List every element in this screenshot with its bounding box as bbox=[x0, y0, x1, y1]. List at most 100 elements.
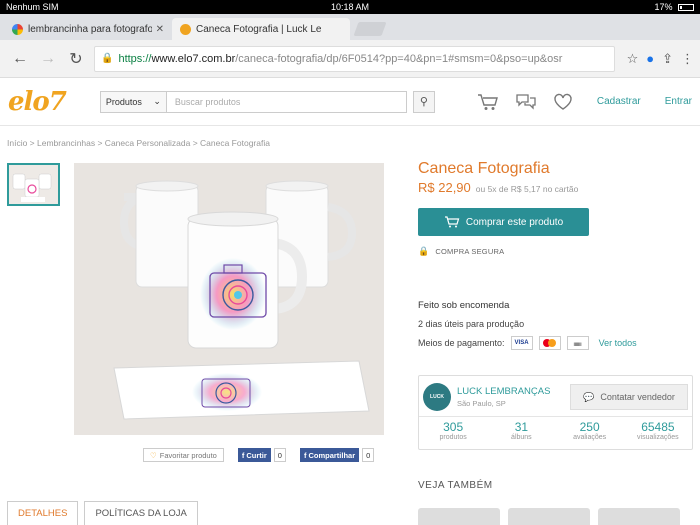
search-input[interactable]: Buscar produtos bbox=[165, 90, 407, 113]
payment-label: Meios de pagamento: bbox=[418, 338, 505, 348]
elo7-favicon-icon bbox=[180, 23, 191, 35]
see-all-payments-link[interactable]: Ver todos bbox=[599, 338, 637, 348]
header-icons bbox=[477, 93, 573, 111]
installments-text: ou 5x de R$ 5,17 no cartão bbox=[475, 184, 579, 194]
search-icon: ⚲ bbox=[419, 96, 428, 108]
browser-tab-google[interactable]: lembrancinha para fotografo ✕ bbox=[4, 18, 172, 40]
stat-label: produtos bbox=[439, 434, 467, 441]
share-label: Compartilhar bbox=[308, 450, 356, 460]
seller-logo[interactable]: LUCK bbox=[423, 383, 451, 411]
image-actions: ♡ Favoritar produto f Curtir 0 f Compart… bbox=[143, 448, 375, 462]
facebook-icon: f bbox=[241, 450, 245, 460]
back-arrow-icon[interactable]: ← bbox=[6, 45, 34, 73]
product-page-tabs: DETALHES POLÍTICAS DA LOJA bbox=[7, 501, 198, 525]
like-count: 0 bbox=[273, 448, 286, 462]
forward-arrow-icon[interactable]: → bbox=[34, 45, 62, 73]
messages-icon[interactable] bbox=[515, 93, 537, 111]
signup-link[interactable]: Cadastrar bbox=[597, 96, 641, 107]
stat-value: 31 bbox=[514, 420, 529, 434]
reload-icon[interactable]: ↻ bbox=[62, 45, 90, 73]
lock-icon: 🔒 bbox=[418, 246, 430, 256]
url-path: /caneca-fotografia/dp/6F0514?pp=40&pn=1#… bbox=[235, 52, 563, 65]
related-product-thumbnail[interactable] bbox=[508, 508, 590, 525]
url-host: www.elo7.com.br bbox=[151, 52, 236, 65]
seller-location: São Paulo, SP bbox=[457, 399, 506, 408]
url-bar[interactable]: 🔒 https://www.elo7.com.br/caneca-fotogra… bbox=[94, 45, 615, 72]
browser-tab-product[interactable]: Caneca Fotografia | Luck Le bbox=[172, 18, 350, 40]
share-count: 0 bbox=[362, 448, 375, 462]
chevron-down-icon: ⌄ bbox=[153, 96, 161, 106]
buy-button[interactable]: Comprar este produto bbox=[418, 208, 589, 236]
seller-card: LUCK LUCK LEMBRANÇAS São Paulo, SP 💬 Con… bbox=[418, 375, 693, 450]
stat-reviews[interactable]: 250 avaliações bbox=[556, 417, 624, 449]
product-info: Caneca Fotografia R$ 22,90 ou 5x de R$ 5… bbox=[418, 160, 693, 450]
lock-icon: 🔒 bbox=[101, 53, 114, 64]
tab-title: lembrancinha para fotografo bbox=[28, 23, 152, 35]
favorite-label: Favoritar produto bbox=[159, 450, 217, 460]
product-thumbnail[interactable] bbox=[7, 163, 60, 206]
browser-toolbar: ← → ↻ 🔒 https://www.elo7.com.br/caneca-f… bbox=[0, 40, 700, 78]
battery-indicator: 17% bbox=[654, 2, 694, 12]
toolbar-icons: ☆ ● ⇪ ⋮ bbox=[619, 51, 694, 67]
share-icon[interactable]: ⇪ bbox=[662, 51, 673, 67]
product-title: Caneca Fotografia bbox=[418, 160, 550, 177]
boleto-icon: ||||||| bbox=[566, 336, 589, 350]
like-label: Curtir bbox=[246, 450, 267, 460]
cart-icon[interactable] bbox=[477, 93, 499, 111]
secure-label: COMPRA SEGURA bbox=[435, 247, 505, 256]
seller-identity: LUCK LEMBRANÇAS São Paulo, SP bbox=[457, 386, 550, 408]
product-image[interactable] bbox=[74, 163, 384, 435]
login-link[interactable]: Entrar bbox=[665, 96, 692, 107]
search-category-label: Produtos bbox=[105, 96, 142, 107]
menu-dots-icon[interactable]: ⋮ bbox=[681, 51, 694, 67]
related-products bbox=[418, 508, 680, 525]
related-product-thumbnail[interactable] bbox=[598, 508, 680, 525]
facebook-like-button[interactable]: f Curtir bbox=[237, 448, 271, 462]
stat-albums[interactable]: 31 álbuns bbox=[487, 417, 555, 449]
favorite-button[interactable]: ♡ Favoritar produto bbox=[143, 448, 224, 462]
heart-icon: ♡ bbox=[150, 450, 157, 460]
visa-icon: VISA bbox=[510, 336, 533, 350]
stat-views: 65485 visualizações bbox=[624, 417, 692, 449]
mastercard-icon bbox=[538, 336, 561, 350]
facebook-share-button[interactable]: f Compartilhar bbox=[299, 448, 360, 462]
breadcrumb[interactable]: Início > Lembrancinhas > Caneca Personal… bbox=[0, 126, 700, 160]
google-icon bbox=[12, 23, 23, 35]
stat-label: visualizações bbox=[637, 434, 679, 441]
site-header: elo7 Produtos ⌄ Buscar produtos ⚲ Cadast… bbox=[0, 78, 700, 126]
browser-tab-strip: lembrancinha para fotografo ✕ Caneca Fot… bbox=[0, 14, 700, 40]
contact-label: Contatar vendedor bbox=[600, 392, 675, 402]
battery-percent: 17% bbox=[654, 2, 673, 12]
carrier-label: Nenhum SIM bbox=[6, 2, 59, 12]
contact-seller-button[interactable]: 💬 Contatar vendedor bbox=[570, 384, 688, 410]
payment-methods: Meios de pagamento: VISA ||||||| Ver tod… bbox=[418, 336, 693, 350]
product-main: ♡ Favoritar produto f Curtir 0 f Compart… bbox=[0, 160, 700, 495]
stat-products[interactable]: 305 produtos bbox=[419, 417, 487, 449]
product-price: R$ 22,90 bbox=[418, 180, 471, 195]
facebook-share-group: f Compartilhar 0 bbox=[299, 448, 375, 462]
related-product-thumbnail[interactable] bbox=[418, 508, 500, 525]
made-to-order: Feito sob encomenda bbox=[418, 300, 510, 311]
search-category-select[interactable]: Produtos ⌄ bbox=[99, 90, 166, 113]
stat-label: álbuns bbox=[511, 434, 532, 441]
new-tab-button[interactable] bbox=[353, 22, 387, 36]
stat-value: 65485 bbox=[641, 420, 675, 434]
search-button[interactable]: ⚲ bbox=[412, 90, 435, 113]
facebook-icon: f bbox=[303, 450, 307, 460]
seller-name[interactable]: LUCK LEMBRANÇAS bbox=[457, 386, 550, 397]
favorites-heart-icon[interactable] bbox=[553, 93, 573, 111]
production-time: 2 dias úteis para produção bbox=[418, 319, 525, 329]
close-tab-icon[interactable]: ✕ bbox=[156, 24, 164, 35]
tab-title: Caneca Fotografia | Luck Le bbox=[196, 23, 322, 35]
see-also-heading: VEJA TAMBÉM bbox=[418, 480, 493, 491]
url-scheme: https:// bbox=[118, 52, 152, 65]
price-row: R$ 22,90 ou 5x de R$ 5,17 no cartão bbox=[418, 180, 693, 195]
battery-icon bbox=[678, 4, 694, 12]
buy-label: Comprar este produto bbox=[465, 216, 564, 228]
seller-header: LUCK LUCK LEMBRANÇAS São Paulo, SP 💬 Con… bbox=[419, 376, 692, 414]
microphone-icon[interactable]: ● bbox=[646, 51, 654, 67]
site-logo[interactable]: elo7 bbox=[8, 87, 88, 117]
tab-details[interactable]: DETALHES bbox=[7, 501, 79, 525]
tab-store-policies[interactable]: POLÍTICAS DA LOJA bbox=[84, 501, 198, 525]
bookmark-star-icon[interactable]: ☆ bbox=[627, 51, 639, 67]
